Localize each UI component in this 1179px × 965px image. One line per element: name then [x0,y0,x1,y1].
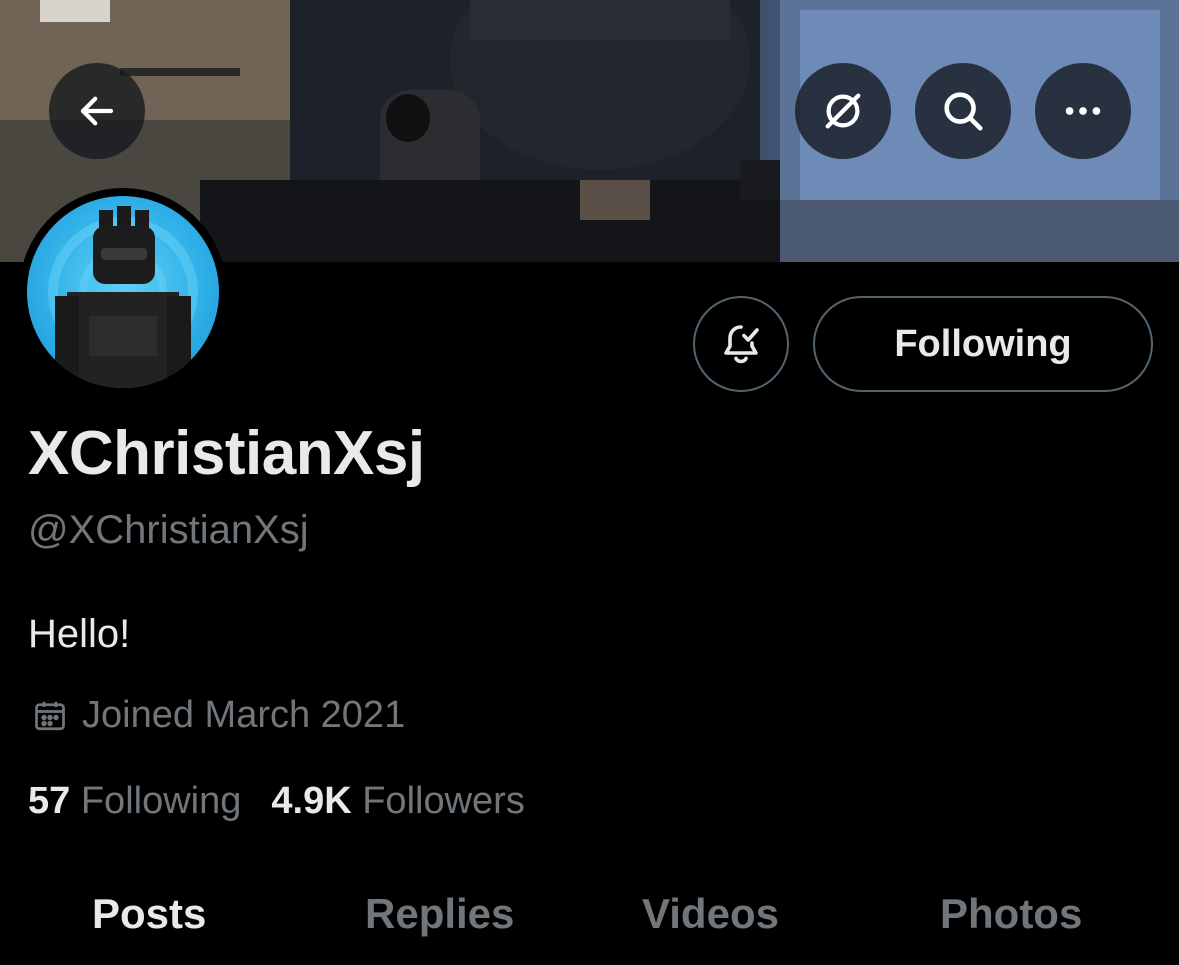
search-icon [944,92,983,131]
following-button[interactable]: Following [813,296,1153,392]
following-count: 57 [28,780,71,822]
following-stat[interactable]: 57 Following [28,780,241,823]
following-label: Following [80,780,242,822]
avatar[interactable] [19,188,227,396]
followers-label: Followers [362,780,525,822]
back-button[interactable] [49,63,145,159]
followers-stat[interactable]: 4.9K Followers [271,780,524,823]
joined-date: Joined March 2021 [32,694,405,737]
more-button[interactable] [1035,63,1131,159]
tab-photos[interactable]: Photos [940,890,1082,938]
bell-check-icon [724,325,759,364]
tab-posts[interactable]: Posts [92,890,206,938]
profile-stats: 57 Following 4.9K Followers [28,780,555,823]
tab-videos[interactable]: Videos [642,890,779,938]
more-horizontal-icon [1065,107,1101,115]
grok-button[interactable] [795,63,891,159]
user-handle: @XChristianXsj [28,508,309,552]
grok-icon [825,93,861,129]
tab-replies[interactable]: Replies [365,890,514,938]
arrow-left-icon [80,96,114,126]
joined-text: Joined March 2021 [82,694,406,736]
display-name: XChristianXsj [28,419,425,488]
search-button[interactable] [915,63,1011,159]
bio: Hello! [28,612,131,656]
following-button-label: Following [894,322,1072,365]
calendar-icon [35,701,65,730]
avatar-figure [48,206,198,388]
followers-count: 4.9K [271,780,352,822]
notifications-button[interactable] [693,296,789,392]
avatar-image [27,196,219,388]
